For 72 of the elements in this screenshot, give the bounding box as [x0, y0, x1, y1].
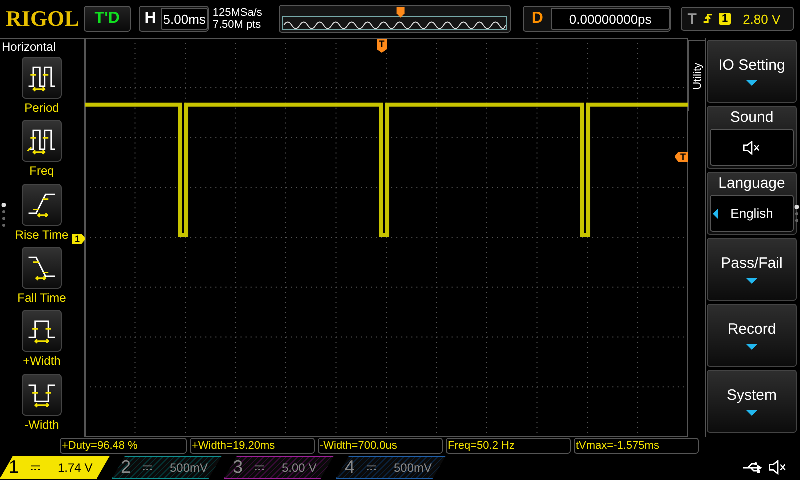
measure-label: -Width	[24, 418, 60, 432]
caret-icon	[713, 208, 718, 218]
timebase-value: 5.00ms	[161, 8, 208, 30]
measure-button[interactable]	[22, 57, 62, 99]
mute-icon	[768, 460, 788, 475]
trigger-level-marker[interactable]: T	[674, 152, 688, 162]
trigger-label: T	[688, 10, 697, 28]
memory-depth: 7.50M pts	[212, 19, 262, 31]
measure-button[interactable]	[22, 184, 62, 226]
measure-label: +Width	[23, 354, 61, 368]
logo: RIGOL	[6, 6, 76, 32]
measure-label: Period	[24, 101, 60, 115]
caret-icon	[746, 410, 758, 416]
caret-icon	[746, 80, 758, 86]
sound-toggle[interactable]	[710, 129, 794, 166]
measurement-readout: Freq=50.2 Hz	[446, 438, 571, 454]
timebase-label: H	[144, 10, 158, 28]
measure-button[interactable]	[22, 310, 62, 352]
channel-marker[interactable]: 1	[72, 234, 86, 244]
rising-edge-icon	[702, 12, 713, 26]
menu-button[interactable]: Pass/Fail	[707, 238, 797, 301]
measure-button[interactable]	[22, 120, 62, 162]
menu-button[interactable]: Record	[707, 304, 797, 367]
measure-label: Rise Time	[15, 228, 69, 242]
channel-scale: 500mV	[394, 460, 432, 474]
measurement-readout: -Width=700.0us	[318, 438, 443, 454]
measurement-readout: +Width=19.20ms	[190, 438, 315, 454]
channel-number: 2	[121, 457, 132, 478]
menu-button[interactable]: IO Setting	[707, 40, 797, 103]
menu-title: Horizontal	[1, 40, 56, 54]
channel-scale: 1.74 V	[58, 460, 93, 474]
channel-tab[interactable]: 1 1.74 V	[0, 456, 110, 479]
channel-tab[interactable]: 4 500mV	[336, 456, 446, 479]
menu-title: Utility	[692, 62, 702, 90]
channel-number: 1	[9, 457, 20, 478]
delay-value: 0.00000000ps	[551, 8, 670, 30]
run-status: T'D	[84, 6, 131, 32]
page-dots-icon	[1, 202, 7, 228]
channel-scale: 500mV	[170, 460, 208, 474]
channel-number: 4	[345, 457, 356, 478]
dc-coupling-icon	[367, 464, 376, 470]
trigger-source: 1	[718, 13, 732, 25]
caret-icon	[746, 278, 758, 284]
trigger-display[interactable]: T 1 2.80 V	[680, 7, 794, 31]
usb-icon	[742, 462, 764, 474]
channel-tab[interactable]: 2 500mV	[112, 456, 222, 479]
dc-coupling-icon	[31, 464, 40, 470]
delay-display[interactable]: D 0.00000000ps	[522, 6, 671, 32]
measure-label: Freq	[30, 164, 54, 178]
page-dots-icon	[794, 204, 800, 224]
measurement-readout: +Duty=96.48 %	[60, 438, 187, 454]
measure-button[interactable]	[22, 374, 62, 416]
measure-button[interactable]	[22, 246, 62, 289]
menu-button[interactable]: System	[707, 370, 797, 433]
timebase-display[interactable]: H 5.00ms	[138, 6, 209, 32]
measure-label: Fall Time	[18, 290, 66, 305]
language-selector[interactable]: English	[710, 195, 794, 232]
menu-label: Sound	[730, 109, 774, 127]
language-value: English	[730, 206, 774, 221]
mute-icon	[742, 140, 762, 154]
dc-coupling-icon	[143, 464, 152, 470]
trigger-level: 2.80 V	[743, 12, 781, 26]
delay-label: D	[530, 10, 544, 28]
sample-rate: 125MSa/s	[212, 7, 264, 19]
channel-tab[interactable]: 3 5.00 V	[224, 456, 334, 479]
channel-number: 3	[233, 457, 244, 478]
menu-label: Language	[718, 175, 786, 193]
channel-scale: 5.00 V	[282, 460, 317, 474]
caret-icon	[746, 344, 758, 350]
trigger-position-marker[interactable]: T	[377, 39, 387, 53]
measurement-readout: tVmax=-1.575ms	[574, 438, 699, 454]
dc-coupling-icon	[255, 464, 264, 470]
